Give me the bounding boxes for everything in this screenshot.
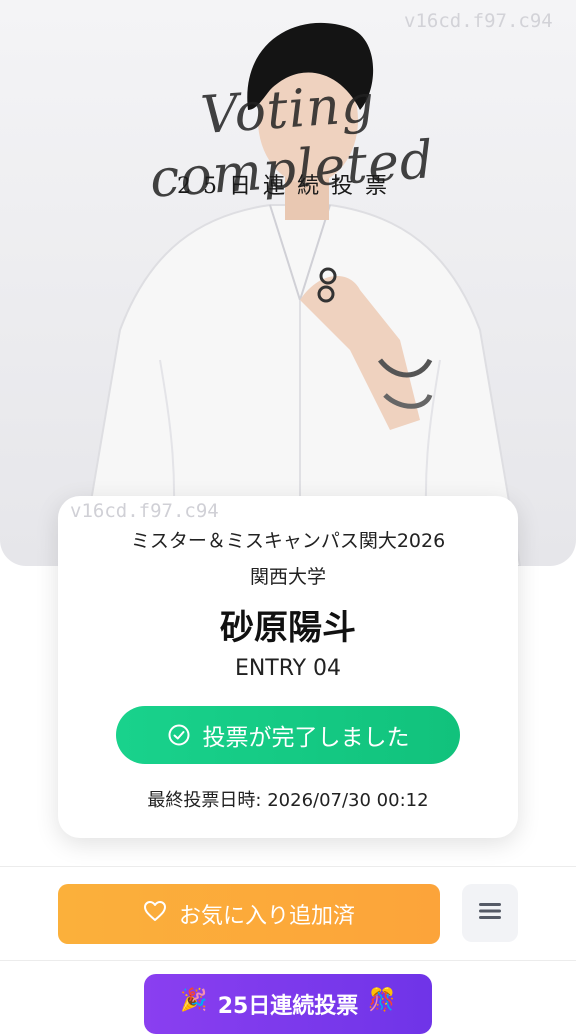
vote-completed-label: 投票が完了しました: [202, 725, 410, 751]
divider: [0, 866, 576, 867]
contest-name: ミスター＆ミスキャンパス関大2026: [130, 530, 446, 552]
streak-subtitle: 25日連続投票: [177, 174, 399, 199]
confetti-ball-icon: 🎊: [368, 988, 396, 1013]
favorite-label: お気に入り追加済: [178, 904, 355, 929]
candidate-name: 砂原陽斗: [220, 608, 356, 648]
last-vote-time: 最終投票日時: 2026/07/30 00:12: [147, 790, 429, 811]
hero-photo: v16cd.f97.c94 Voting completed 25日連続投票: [0, 0, 576, 566]
streak-vote-button[interactable]: 🎉 25日連続投票 🎊: [144, 974, 432, 1034]
watermark: v16cd.f97.c94: [404, 10, 553, 32]
divider: [0, 960, 576, 961]
menu-button[interactable]: [462, 884, 518, 942]
university-name: 関西大学: [249, 566, 326, 588]
check-circle-icon: [167, 723, 191, 747]
streak-label: 25日連続投票: [217, 994, 359, 1019]
candidate-card: ミスター＆ミスキャンパス関大2026 関西大学 砂原陽斗 ENTRY 04 投票…: [58, 496, 518, 838]
hamburger-icon: [478, 900, 502, 926]
heart-icon: [143, 900, 167, 928]
favorite-button[interactable]: お気に入り追加済: [58, 884, 440, 944]
watermark: v16cd.f97.c94: [70, 500, 219, 522]
vote-completed-button[interactable]: 投票が完了しました: [116, 706, 460, 764]
entry-number: ENTRY 04: [234, 656, 342, 681]
party-popper-icon: 🎉: [180, 988, 208, 1013]
